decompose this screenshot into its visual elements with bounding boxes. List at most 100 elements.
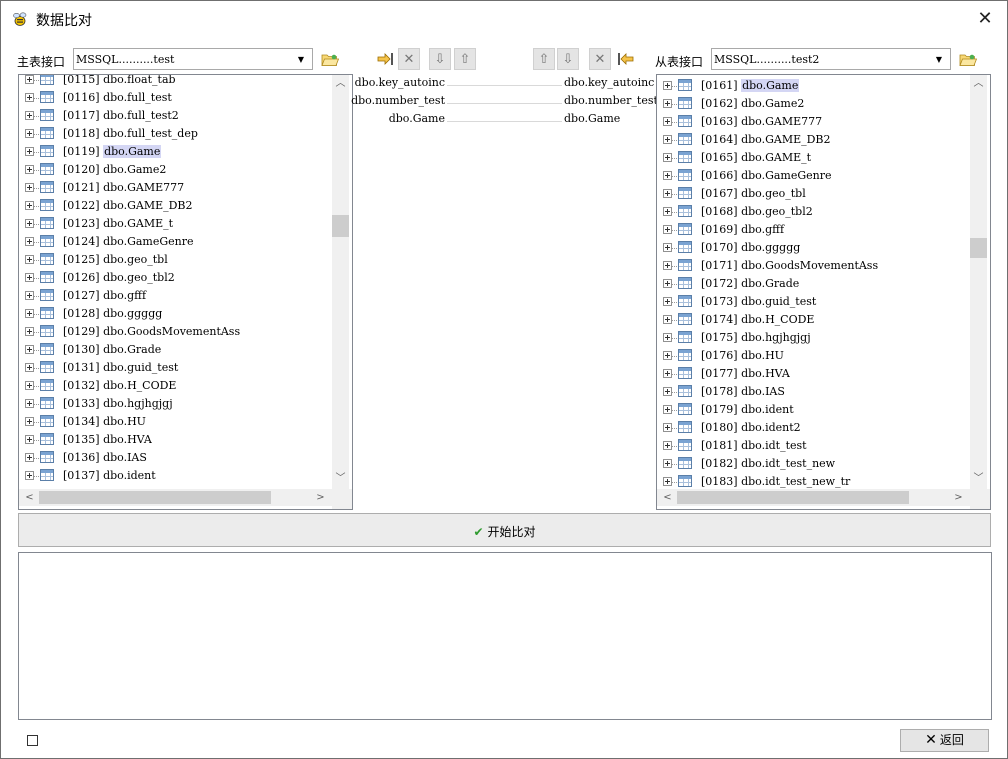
tree-row[interactable]: [0161] dbo.Game [657, 77, 967, 95]
tree-row[interactable]: [0119] dbo.Game [19, 143, 329, 161]
scroll-right-icon[interactable]: > [950, 489, 967, 506]
mapping-source-name[interactable]: dbo.number_test [351, 94, 445, 112]
expand-plus-icon[interactable] [663, 189, 672, 198]
expand-plus-icon[interactable] [25, 129, 34, 138]
scroll-up-icon[interactable]: ︿ [332, 75, 349, 92]
tree-row[interactable]: [0167] dbo.geo_tbl [657, 185, 967, 203]
tree-row[interactable]: [0115] dbo.float_tab [19, 75, 329, 89]
expand-plus-icon[interactable] [25, 435, 34, 444]
slave-horizontal-scrollbar[interactable]: < > [657, 489, 970, 506]
tree-row[interactable]: [0164] dbo.GAME_DB2 [657, 131, 967, 149]
tree-row[interactable]: [0177] dbo.HVA [657, 365, 967, 383]
tree-row[interactable]: [0134] dbo.HU [19, 413, 329, 431]
expand-plus-icon[interactable] [663, 153, 672, 162]
tree-row[interactable]: [0122] dbo.GAME_DB2 [19, 197, 329, 215]
scroll-right-icon[interactable]: > [312, 489, 329, 506]
expand-plus-icon[interactable] [25, 363, 34, 372]
tree-row[interactable]: [0162] dbo.Game2 [657, 95, 967, 113]
scroll-left-icon[interactable]: < [659, 489, 676, 506]
arrow-up-icon[interactable]: ⇧ [533, 48, 555, 70]
tree-row[interactable]: [0132] dbo.H_CODE [19, 377, 329, 395]
tree-row[interactable]: [0121] dbo.GAME777 [19, 179, 329, 197]
tree-row[interactable]: [0173] dbo.guid_test [657, 293, 967, 311]
tree-row[interactable]: [0175] dbo.hgjhgjgj [657, 329, 967, 347]
tree-row[interactable]: [0123] dbo.GAME_t [19, 215, 329, 233]
expand-plus-icon[interactable] [663, 405, 672, 414]
expand-plus-icon[interactable] [25, 471, 34, 480]
expand-plus-icon[interactable] [663, 261, 672, 270]
slave-interface-combo[interactable]: MSSQL..........test2 ▼ [711, 48, 951, 70]
master-vscroll-thumb[interactable] [332, 215, 349, 237]
expand-plus-icon[interactable] [663, 207, 672, 216]
tree-row[interactable]: [0180] dbo.ident2 [657, 419, 967, 437]
expand-plus-icon[interactable] [25, 453, 34, 462]
arrow-down-icon[interactable]: ⇩ [557, 48, 579, 70]
open-folder-icon[interactable] [959, 52, 977, 68]
master-hscroll-thumb[interactable] [39, 491, 271, 504]
slave-vscroll-thumb[interactable] [970, 238, 987, 258]
delete-x-icon[interactable]: ✕ [589, 48, 611, 70]
expand-plus-icon[interactable] [663, 81, 672, 90]
result-output-area[interactable] [18, 552, 992, 720]
tree-row[interactable]: [0181] dbo.idt_test [657, 437, 967, 455]
master-vertical-scrollbar[interactable]: ︿ ﹀ [332, 75, 349, 489]
tree-row[interactable]: [0172] dbo.Grade [657, 275, 967, 293]
tree-row[interactable]: [0130] dbo.Grade [19, 341, 329, 359]
tree-row[interactable]: [0118] dbo.full_test_dep [19, 125, 329, 143]
option-checkbox[interactable] [27, 735, 38, 746]
mapping-source-name[interactable]: dbo.Game [389, 112, 445, 130]
tree-row[interactable]: [0169] dbo.gfff [657, 221, 967, 239]
expand-plus-icon[interactable] [663, 117, 672, 126]
expand-plus-icon[interactable] [25, 309, 34, 318]
expand-plus-icon[interactable] [25, 273, 34, 282]
expand-plus-icon[interactable] [25, 93, 34, 102]
master-table-tree[interactable]: [0115] dbo.float_tab [0116] dbo.full_test… [18, 74, 353, 510]
expand-plus-icon[interactable] [663, 441, 672, 450]
mapping-target-name[interactable]: dbo.key_autoinc [564, 76, 654, 94]
arrow-up-icon[interactable]: ⇧ [454, 48, 476, 70]
tree-row[interactable]: [0182] dbo.idt_test_new [657, 455, 967, 473]
mapping-list[interactable]: dbo.key_autoinc dbo.key_autoinc dbo.number… [351, 76, 658, 510]
expand-plus-icon[interactable] [25, 381, 34, 390]
expand-plus-icon[interactable] [663, 225, 672, 234]
expand-plus-icon[interactable] [663, 99, 672, 108]
slave-hscroll-thumb[interactable] [677, 491, 909, 504]
master-interface-combo[interactable]: MSSQL..........test ▼ [73, 48, 313, 70]
expand-plus-icon[interactable] [25, 75, 34, 84]
delete-x-icon[interactable]: ✕ [398, 48, 420, 70]
scroll-up-icon[interactable]: ︿ [970, 75, 987, 92]
open-folder-icon[interactable] [321, 52, 339, 68]
tree-row[interactable]: [0166] dbo.GameGenre [657, 167, 967, 185]
expand-plus-icon[interactable] [663, 171, 672, 180]
slave-vertical-scrollbar[interactable]: ︿ ﹀ [970, 75, 987, 489]
expand-plus-icon[interactable] [25, 237, 34, 246]
expand-plus-icon[interactable] [663, 135, 672, 144]
tree-row[interactable]: [0116] dbo.full_test [19, 89, 329, 107]
tree-row[interactable]: [0128] dbo.ggggg [19, 305, 329, 323]
scroll-left-icon[interactable]: < [21, 489, 38, 506]
tree-row[interactable]: [0168] dbo.geo_tbl2 [657, 203, 967, 221]
tree-row[interactable]: [0129] dbo.GoodsMovementAss [19, 323, 329, 341]
close-button[interactable]: ✕ [973, 7, 997, 31]
start-compare-button[interactable]: ✔ 开始比对 [18, 513, 991, 547]
expand-plus-icon[interactable] [663, 351, 672, 360]
tree-row[interactable]: [0171] dbo.GoodsMovementAss [657, 257, 967, 275]
expand-plus-icon[interactable] [25, 111, 34, 120]
expand-plus-icon[interactable] [25, 219, 34, 228]
tree-row[interactable]: [0126] dbo.geo_tbl2 [19, 269, 329, 287]
tree-row[interactable]: [0127] dbo.gfff [19, 287, 329, 305]
tree-row[interactable]: [0165] dbo.GAME_t [657, 149, 967, 167]
tree-row[interactable]: [0179] dbo.ident [657, 401, 967, 419]
expand-plus-icon[interactable] [663, 387, 672, 396]
expand-plus-icon[interactable] [25, 183, 34, 192]
expand-plus-icon[interactable] [663, 333, 672, 342]
tree-row[interactable]: [0124] dbo.GameGenre [19, 233, 329, 251]
tree-row[interactable]: [0136] dbo.IAS [19, 449, 329, 467]
tree-row[interactable]: [0163] dbo.GAME777 [657, 113, 967, 131]
tree-row[interactable]: [0178] dbo.IAS [657, 383, 967, 401]
tree-row[interactable]: [0131] dbo.guid_test [19, 359, 329, 377]
back-button[interactable]: ✕ 返回 [900, 729, 989, 752]
arrow-left-into-bar-icon[interactable] [614, 48, 636, 70]
expand-plus-icon[interactable] [663, 369, 672, 378]
scroll-down-icon[interactable]: ﹀ [970, 470, 987, 487]
